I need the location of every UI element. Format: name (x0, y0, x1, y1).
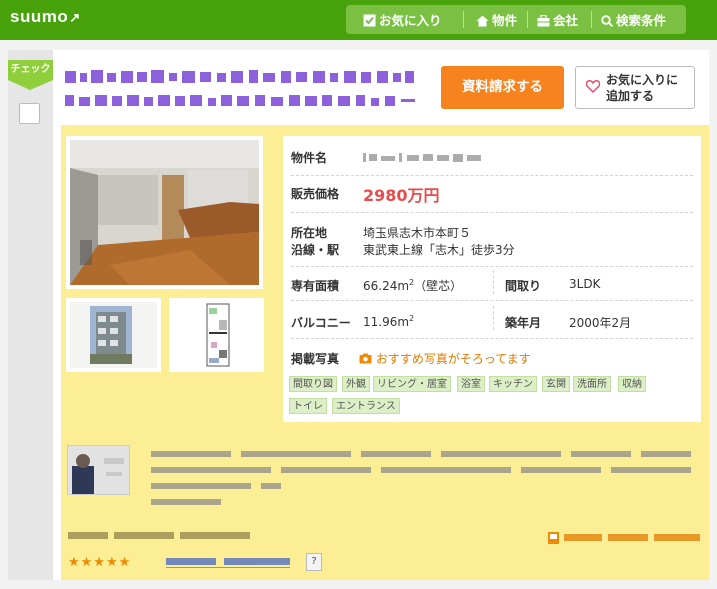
nav-favorites-label: お気に入り (379, 13, 442, 28)
divider (291, 266, 693, 267)
nav-search-conditions[interactable]: 検索条件 (601, 10, 666, 29)
nav-divider (463, 11, 464, 28)
photo-tag: 玄関 (542, 376, 570, 392)
photo-tag: 収納 (618, 376, 646, 392)
nav-properties[interactable]: 物件 (476, 10, 517, 29)
built-value: 2000年2月 (569, 316, 632, 330)
area-value: 66.24m2（壁芯） (363, 277, 462, 294)
help-icon[interactable]: ? (306, 553, 322, 571)
agent-photo (67, 445, 130, 495)
camera-icon (359, 353, 372, 364)
line-label: 沿線・駅 (291, 243, 340, 257)
photo-tag: 洗面所 (573, 376, 611, 392)
phone-link[interactable] (548, 530, 703, 549)
header-nav: お気に入り 物件 会社 検索条件 (346, 5, 686, 34)
blurred-title-text (65, 70, 415, 106)
listing-title[interactable] (65, 65, 435, 121)
checkbox-icon (363, 14, 376, 27)
property-info-table: 物件名 販売価格 2980万円 所在地 埼玉県志木市本町５ 沿線・駅 東武東上線… (283, 136, 701, 422)
living-room-image (70, 140, 259, 285)
blurred-phone-number (548, 532, 700, 544)
listing-card: チェック 資料請求する お気に入りに 追加する 物件名 販売価格 2980万円 … (8, 50, 709, 580)
blurred-company-info (68, 532, 250, 539)
photo-tag: 間取り図 (289, 376, 337, 392)
area-label: 専有面積 (291, 279, 340, 293)
balcony-value: 11.96m2 (363, 314, 414, 329)
divider (291, 175, 693, 176)
divider (291, 212, 693, 213)
balcony-unit-sup: 2 (409, 314, 415, 323)
floorplan-thumbnail[interactable] (169, 298, 264, 372)
price-label: 販売価格 (291, 187, 340, 201)
building-exterior-image (70, 302, 157, 368)
floorplan-image (173, 302, 260, 368)
photo-tag: エントランス (332, 398, 400, 414)
built-label: 築年月 (505, 316, 542, 330)
photos-label: 掲載写真 (291, 352, 340, 366)
rating-stars: ★★★★★ (68, 555, 132, 570)
site-header: suumo↗ お気に入り 物件 会社 検索条件 (0, 0, 717, 40)
price-value: 2980万円 (363, 186, 440, 205)
divider (291, 300, 693, 301)
layout-label: 間取り (505, 279, 542, 293)
request-info-button[interactable]: 資料請求する (441, 66, 564, 109)
suumo-logo[interactable]: suumo↗ (10, 7, 81, 27)
exterior-thumbnail[interactable] (66, 298, 161, 372)
divider (493, 270, 494, 294)
photos-note: おすすめ写真がそろってます (359, 350, 531, 367)
area-number: 66.24m (363, 279, 410, 293)
photo-tag: 外観 (342, 376, 370, 392)
balcony-number: 11.96m (363, 315, 410, 329)
photo-tag: リビング・居室 (373, 376, 451, 392)
photo-tag: 浴室 (457, 376, 485, 392)
photo-tag: キッチン (489, 376, 537, 392)
photos-note-text: おすすめ写真がそろってます (375, 352, 531, 366)
building-icon (537, 14, 550, 27)
property-panel: 物件名 販売価格 2980万円 所在地 埼玉県志木市本町５ 沿線・駅 東武東上線… (61, 125, 709, 580)
main-photo[interactable] (66, 136, 263, 289)
area-note: （壁芯） (414, 279, 463, 293)
photo-tag: トイレ (289, 398, 327, 414)
check-column: チェック (8, 50, 53, 580)
nav-divider (527, 11, 528, 28)
location-value: 埼玉県志木市本町５ (363, 226, 472, 240)
divider (493, 306, 494, 330)
add-favorite-button[interactable]: お気に入りに 追加する (575, 66, 695, 109)
blurred-agent-comment (151, 451, 691, 505)
check-label: チェック (8, 60, 53, 90)
location-label: 所在地 (291, 226, 328, 240)
favorite-label-line1: お気に入りに (606, 73, 679, 87)
balcony-label: バルコニー (291, 316, 351, 330)
blurred-name-text (363, 153, 481, 162)
heart-icon (586, 80, 600, 93)
nav-favorites[interactable]: お気に入り (363, 10, 442, 29)
line-value: 東武東上線「志木」徒歩3分 (363, 243, 515, 257)
nav-divider (591, 11, 592, 28)
listing-checkbox[interactable] (19, 103, 40, 124)
layout-value: 3LDK (569, 277, 601, 291)
blurred-review-link[interactable] (166, 556, 296, 569)
property-name-blurred[interactable] (363, 150, 493, 167)
nav-properties-label: 物件 (492, 13, 518, 28)
nav-companies[interactable]: 会社 (537, 10, 578, 29)
home-icon (476, 15, 489, 27)
nav-search-conditions-label: 検索条件 (616, 13, 667, 28)
name-label: 物件名 (291, 151, 328, 165)
divider (291, 338, 693, 339)
nav-companies-label: 会社 (553, 13, 579, 28)
search-icon (601, 15, 614, 28)
favorite-label-line2: 追加する (606, 89, 655, 103)
